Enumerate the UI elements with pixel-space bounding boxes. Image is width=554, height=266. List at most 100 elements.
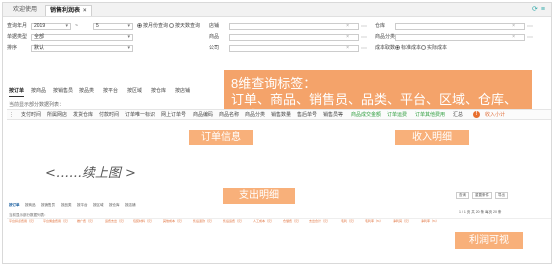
col-goods-code[interactable]: 商品编码 — [193, 110, 213, 120]
radio-unchecked-icon — [169, 23, 174, 28]
tab-welcome-label: 欢迎使用 — [13, 7, 38, 13]
store-field[interactable]: × — [229, 23, 359, 30]
col-order-other-fees[interactable]: 订单其他费用 — [415, 110, 445, 120]
chevron-down-icon: ▾ — [127, 45, 130, 51]
goods-category-more-icon[interactable]: ⋯ — [527, 35, 533, 41]
store-label: 店铺 — [209, 23, 220, 29]
col-salesperson[interactable]: 销售员等 — [323, 110, 343, 120]
company-more-icon[interactable]: ⋯ — [361, 46, 367, 52]
tab-by-category[interactable]: 按品类 — [79, 86, 94, 96]
order-type-label: 单据类型 — [7, 34, 28, 40]
tab-by-store[interactable]: 按店铺 — [175, 86, 190, 96]
goods-field[interactable]: × — [229, 34, 359, 41]
bottom-tab-by-region[interactable]: 按区域 — [93, 203, 104, 208]
col-ship-warehouse[interactable]: 发货仓库 — [73, 110, 93, 120]
col-sales-qty[interactable]: 销售数量 — [271, 110, 291, 120]
clear-icon[interactable]: × — [346, 35, 349, 40]
tab-by-warehouse[interactable]: 按仓库 — [151, 86, 166, 96]
col-other-cost: 其他成本（元） — [163, 219, 185, 223]
col-pay-time[interactable]: 支付时间 — [21, 110, 41, 120]
order-type-select[interactable]: 全部 ▾ — [31, 34, 133, 41]
radio-by-day-label: 按天数查询 — [175, 23, 201, 29]
tab-by-region[interactable]: 按区域 — [127, 86, 142, 96]
table-header: ⋮ 支付时间 所属网店 发货仓库 付款时间 订单唯一标识 网上订单号 商品编码 … — [7, 109, 551, 120]
tab-by-salesperson[interactable]: 按销售员 — [53, 86, 73, 96]
tab-welcome[interactable]: 欢迎使用 — [9, 5, 41, 16]
warehouse-label: 仓库 — [375, 23, 386, 29]
bottom-tab-by-goods[interactable]: 按商品 — [25, 203, 36, 208]
income-detail-box: 收入明细 — [395, 130, 469, 145]
radio-actual-cost[interactable]: 实际成本 — [421, 45, 447, 52]
col-after-sale-no[interactable]: 售后单号 — [297, 110, 317, 120]
radio-by-month[interactable]: 按月份查询 — [137, 23, 168, 30]
bottom-tab-by-order[interactable]: 按订单 — [9, 203, 20, 208]
bottom-tab-by-platform[interactable]: 按平台 — [77, 203, 88, 208]
tab-by-order[interactable]: 按订单 — [9, 86, 25, 97]
sort-select[interactable]: 默认 ▾ — [31, 45, 133, 52]
col-online-order-no[interactable]: 网上订单号 — [161, 110, 186, 120]
radio-actual-cost-label: 实际成本 — [427, 45, 448, 51]
col-net-profit: 净利润（元） — [393, 219, 412, 223]
col-promotion: 推广费（元） — [77, 219, 96, 223]
col-store[interactable]: 所属网店 — [47, 110, 67, 120]
tab-by-goods[interactable]: 按商品 — [31, 86, 46, 96]
store-more-icon[interactable]: ⋯ — [361, 24, 367, 30]
warehouse-field[interactable]: × — [395, 23, 525, 30]
col-income-subtotal[interactable]: 收入小计 — [485, 110, 505, 120]
bottom-toolbar: 查询 重置条件 导出 — [453, 192, 508, 199]
bottom-tab-by-category[interactable]: 按品类 — [61, 203, 72, 208]
period-label: 查询年月 — [7, 23, 28, 29]
order-info-box: 订单信息 — [189, 130, 253, 145]
warehouse-more-icon[interactable]: ⋯ — [527, 24, 533, 30]
clear-icon[interactable]: × — [512, 24, 515, 29]
bottom-tab-by-store[interactable]: 按店铺 — [125, 203, 136, 208]
app-window: 欢迎使用 销售利润表 × ⟳ ≡ 查询年月 2019 ▾ ~ 5 ▾ 按月份查询 按天数… — [2, 2, 552, 264]
col-platform-fee: 平台佣金费用（元） — [43, 219, 71, 223]
menu-icon[interactable]: ≡ — [541, 6, 545, 13]
col-order-id[interactable]: 订单唯一标识 — [125, 110, 155, 120]
col-order-freight[interactable]: 订单运费 — [387, 110, 407, 120]
col-packaging: 包装材料（元） — [133, 219, 155, 223]
col-refund: 售后退款（元） — [193, 219, 215, 223]
radio-by-day[interactable]: 按天数查询 — [169, 23, 200, 30]
company-field[interactable]: × — [229, 45, 359, 52]
col-paid-time[interactable]: 付款时间 — [99, 110, 119, 120]
col-expense-total: 支出合计（元） — [309, 219, 331, 223]
radio-checked-icon — [137, 23, 142, 28]
clear-icon[interactable]: × — [346, 24, 349, 29]
clear-icon[interactable]: × — [512, 35, 515, 40]
month-value: 5 — [96, 23, 99, 29]
col-gross-margin: 毛利率（%） — [365, 219, 383, 223]
radio-standard-cost[interactable]: 标准成本 — [395, 45, 421, 52]
bottom-pager: 1 / 1 页 共 20 条 每页 20 条 — [459, 210, 502, 214]
radio-by-month-label: 按月份查询 — [143, 23, 169, 29]
col-storage: 仓储费（元） — [283, 219, 302, 223]
dimension-callout: 8维查询标签： 订单、商品、销售员、品类、平台、区域、仓库、店铺 — [224, 70, 532, 123]
reset-button[interactable]: 重置条件 — [472, 192, 492, 199]
export-button[interactable]: 导出 — [495, 192, 508, 199]
col-freight-out: 运费支出（元） — [105, 219, 127, 223]
goods-more-icon[interactable]: ⋯ — [361, 35, 367, 41]
col-goods-name[interactable]: 商品名称 — [219, 110, 239, 120]
close-icon[interactable]: × — [83, 8, 87, 14]
expense-detail-box: 支出明细 — [223, 188, 295, 204]
tab-sales-profit[interactable]: 销售利润表 × — [45, 5, 92, 16]
month-select[interactable]: 5 ▾ — [93, 23, 133, 30]
chevron-down-icon: ▾ — [127, 34, 130, 40]
goods-category-field[interactable]: × — [395, 34, 525, 41]
year-select[interactable]: 2019 ▾ — [31, 23, 71, 30]
col-summary[interactable]: 汇总 — [453, 110, 463, 120]
query-button[interactable]: 查询 — [456, 192, 469, 199]
column-menu-icon[interactable]: ⋮ — [9, 110, 14, 120]
bottom-tab-by-warehouse[interactable]: 按仓库 — [109, 203, 120, 208]
col-labor: 人工成本（元） — [253, 219, 275, 223]
col-goods-category[interactable]: 商品分类 — [245, 110, 265, 120]
clear-icon[interactable]: × — [346, 46, 349, 51]
bottom-tab-by-salesperson[interactable]: 按销售员 — [41, 203, 55, 208]
col-platform-commission: 平台扣点费用（元） — [9, 219, 37, 223]
tab-by-platform[interactable]: 按平台 — [103, 86, 118, 96]
col-goods-amount[interactable]: 商品成交金额 — [351, 110, 381, 120]
refresh-icon[interactable]: ⟳ — [532, 6, 538, 13]
sort-value: 默认 — [34, 45, 45, 51]
tab-sales-profit-label: 销售利润表 — [50, 8, 81, 14]
